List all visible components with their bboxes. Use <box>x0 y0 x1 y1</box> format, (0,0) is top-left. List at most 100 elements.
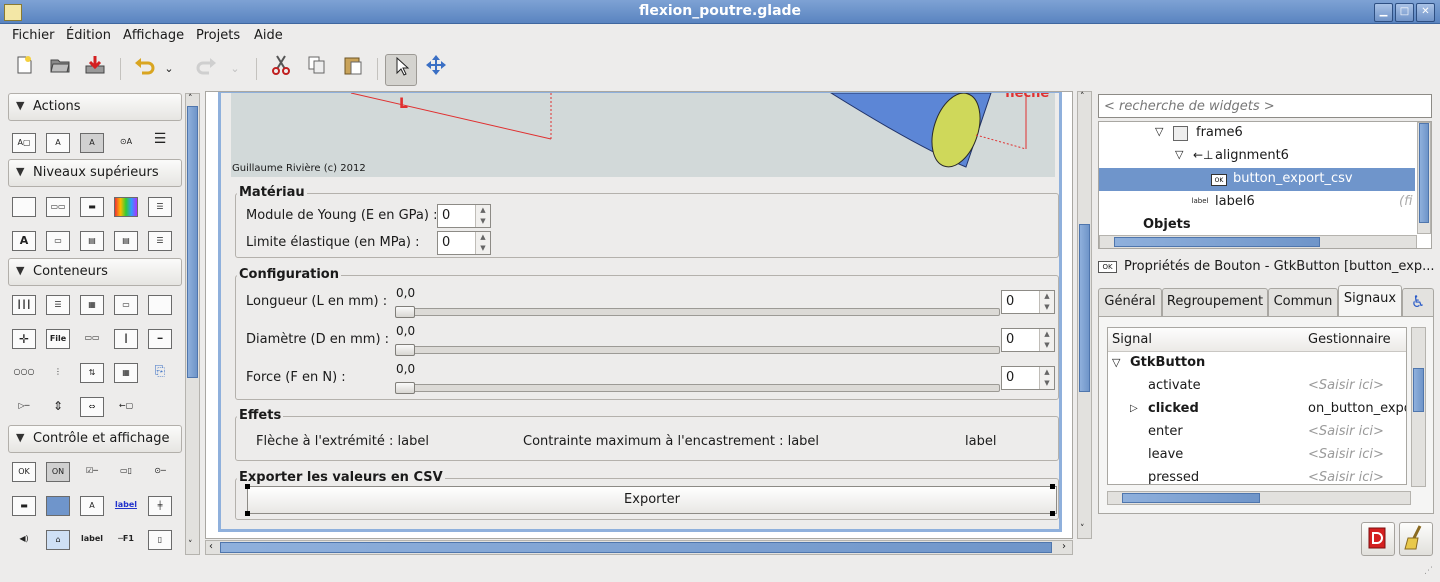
font-button-icon[interactable]: A <box>80 496 104 516</box>
vbox-icon[interactable]: ☰ <box>46 295 70 315</box>
expander-arrow-icon[interactable]: ▽ <box>1155 125 1163 138</box>
expander-arrow-icon[interactable]: ▽ <box>1175 148 1183 161</box>
signal-group-gtkbutton[interactable]: ▽ GtkButton <box>1108 352 1406 375</box>
palette-section-controls[interactable]: ▼ Contrôle et affichage <box>8 425 182 453</box>
button-box-icon[interactable]: ▭▭ <box>80 329 104 349</box>
scroll-down-icon[interactable]: ˅ <box>188 540 193 550</box>
volume-button-icon[interactable]: ◀) <box>12 530 36 550</box>
selection-handle-bottom-right[interactable] <box>1050 511 1055 516</box>
assistant-icon[interactable]: ☰ <box>148 231 172 251</box>
layout-icon[interactable]: ⇅ <box>80 363 104 383</box>
export-button[interactable]: Exporter <box>247 486 1057 514</box>
radio-button-icon[interactable]: ⊙─ <box>148 462 172 482</box>
open-folder-icon[interactable] <box>45 54 75 84</box>
spin-arrows-icon[interactable]: ▲ ▼ <box>475 232 490 254</box>
palette-scroll-thumb[interactable] <box>187 106 198 378</box>
alignment-icon[interactable]: ←▢ <box>114 397 138 417</box>
signal-row-pressed[interactable]: pressed <Saisir ici> <box>1108 467 1406 484</box>
tree-row-label6[interactable]: label label6 (fi <box>1099 191 1415 214</box>
selection-handle-bottom-left[interactable] <box>245 511 250 516</box>
entry-widget-icon[interactable]: ▯ <box>148 530 172 550</box>
signals-hscrollbar[interactable] <box>1107 491 1411 505</box>
file-chooser-dialog-icon[interactable]: ☰ <box>148 197 172 217</box>
signals-vscrollbar[interactable] <box>1411 327 1426 487</box>
signal-row-clicked[interactable]: ▷ clicked on_button_expo <box>1108 398 1406 421</box>
message-dialog-icon[interactable]: ▤ <box>80 231 104 251</box>
tree-row-button-export-csv[interactable]: OK button_export_csv <box>1099 168 1415 191</box>
scroll-left-icon[interactable]: ‹ <box>209 541 213 552</box>
select-pointer-icon[interactable] <box>385 54 417 86</box>
save-icon[interactable] <box>80 54 110 84</box>
tree-vscroll-thumb[interactable] <box>1419 123 1429 223</box>
menubar-widget-icon[interactable]: ⋮ <box>46 363 70 383</box>
length-spin[interactable]: 0 ▲ ▼ <box>1001 290 1055 314</box>
table-icon[interactable]: ▦ <box>80 295 104 315</box>
signal-row-enter[interactable]: enter <Saisir ici> <box>1108 421 1406 444</box>
palette-scrollbar[interactable]: ˄ ˅ <box>185 93 200 555</box>
toolbar-widget-icon[interactable]: ○○○ <box>12 363 36 383</box>
scroll-up-icon[interactable]: ˄ <box>188 94 193 104</box>
tree-row-objets[interactable]: Objets <box>1099 214 1415 237</box>
resize-grip-icon[interactable]: ⋰ <box>1424 566 1438 580</box>
copy-icon[interactable] <box>302 54 332 84</box>
menu-affichage[interactable]: Affichage <box>123 28 184 43</box>
canvas-vscroll-thumb[interactable] <box>1079 224 1090 392</box>
redo-dropdown-chevron-icon[interactable]: ⌄ <box>226 54 244 84</box>
expander-arrow-icon[interactable]: ▷ <box>1130 403 1138 414</box>
notebook-icon[interactable]: ▭ <box>114 295 138 315</box>
tree-vscrollbar[interactable] <box>1417 122 1431 234</box>
menu-projets[interactable]: Projets <box>196 28 240 43</box>
recent-chooser-dialog-icon[interactable]: ▤ <box>114 231 138 251</box>
action-icon[interactable]: A▢ <box>12 133 36 153</box>
force-scale-handle[interactable] <box>395 382 415 394</box>
font-dialog-icon[interactable]: A <box>12 231 36 251</box>
scrolled-window-icon[interactable]: ⇕ <box>46 397 70 417</box>
hbox-icon[interactable]: ┃┃┃ <box>12 295 36 315</box>
elastic-limit-spin[interactable]: 0 ▲ ▼ <box>437 231 491 255</box>
link-button-icon[interactable]: label <box>114 496 138 516</box>
menu-fichier[interactable]: Fichier <box>12 28 55 43</box>
tab-commun[interactable]: Commun <box>1268 288 1338 317</box>
maximize-button[interactable]: □ <box>1395 3 1414 22</box>
color-button-icon[interactable] <box>46 496 70 516</box>
palette-section-actions[interactable]: ▼ Actions <box>8 93 182 121</box>
tree-row-alignment6[interactable]: ▽ ←⊥ alignment6 <box>1099 145 1415 168</box>
drag-resize-icon[interactable] <box>421 54 451 84</box>
handle-box-icon[interactable]: ⇔ <box>80 397 104 417</box>
signal-row-activate[interactable]: activate <Saisir ici> <box>1108 375 1406 398</box>
accel-label-icon[interactable]: ─F1 <box>114 530 138 550</box>
redo-icon[interactable] <box>192 54 222 84</box>
paste-icon[interactable] <box>338 54 368 84</box>
diameter-scale-handle[interactable] <box>395 344 415 356</box>
undo-dropdown-chevron-icon[interactable]: ⌄ <box>160 54 178 84</box>
tree-row-frame6[interactable]: ▽ frame6 <box>1099 122 1415 145</box>
tab-general[interactable]: Général <box>1098 288 1162 317</box>
tab-signaux[interactable]: Signaux <box>1338 285 1402 318</box>
selection-handle-top-left[interactable] <box>245 484 250 489</box>
spin-arrows-icon[interactable]: ▲ ▼ <box>1039 329 1054 351</box>
handler-column-header[interactable]: Gestionnaire <box>1305 328 1406 352</box>
diameter-spin[interactable]: 0 ▲ ▼ <box>1001 328 1055 352</box>
button-widget-icon[interactable]: OK <box>12 462 36 482</box>
radio-action-icon[interactable]: A <box>80 133 104 153</box>
scroll-right-icon[interactable]: › <box>1062 541 1066 552</box>
spin-arrows-icon[interactable]: ▲ ▼ <box>475 205 490 227</box>
action-group-icon[interactable]: ☰ <box>148 130 172 150</box>
file-button-icon[interactable]: ▬ <box>12 496 36 516</box>
frame-icon[interactable] <box>148 295 172 315</box>
expander-icon[interactable]: File <box>46 329 70 349</box>
input-dialog-icon[interactable]: ▭ <box>46 231 70 251</box>
label-widget-icon[interactable]: label <box>80 530 104 550</box>
check-button-icon[interactable]: ☑─ <box>80 462 104 482</box>
tree-hscroll-thumb[interactable] <box>1114 237 1320 247</box>
undo-icon[interactable] <box>129 54 159 84</box>
signal-row-leave[interactable]: leave <Saisir ici> <box>1108 444 1406 467</box>
window-icon[interactable] <box>12 197 36 217</box>
force-spin[interactable]: 0 ▲ ▼ <box>1001 366 1055 390</box>
tree-hscrollbar[interactable] <box>1099 235 1417 248</box>
devhelp-button[interactable] <box>1361 522 1395 556</box>
canvas-vscrollbar[interactable]: ˄ ˅ <box>1077 91 1092 539</box>
canvas-hscroll-thumb[interactable] <box>220 542 1052 553</box>
scale-button-icon[interactable]: ╪ <box>148 496 172 516</box>
widget-search-input[interactable]: < recherche de widgets > <box>1098 94 1432 118</box>
